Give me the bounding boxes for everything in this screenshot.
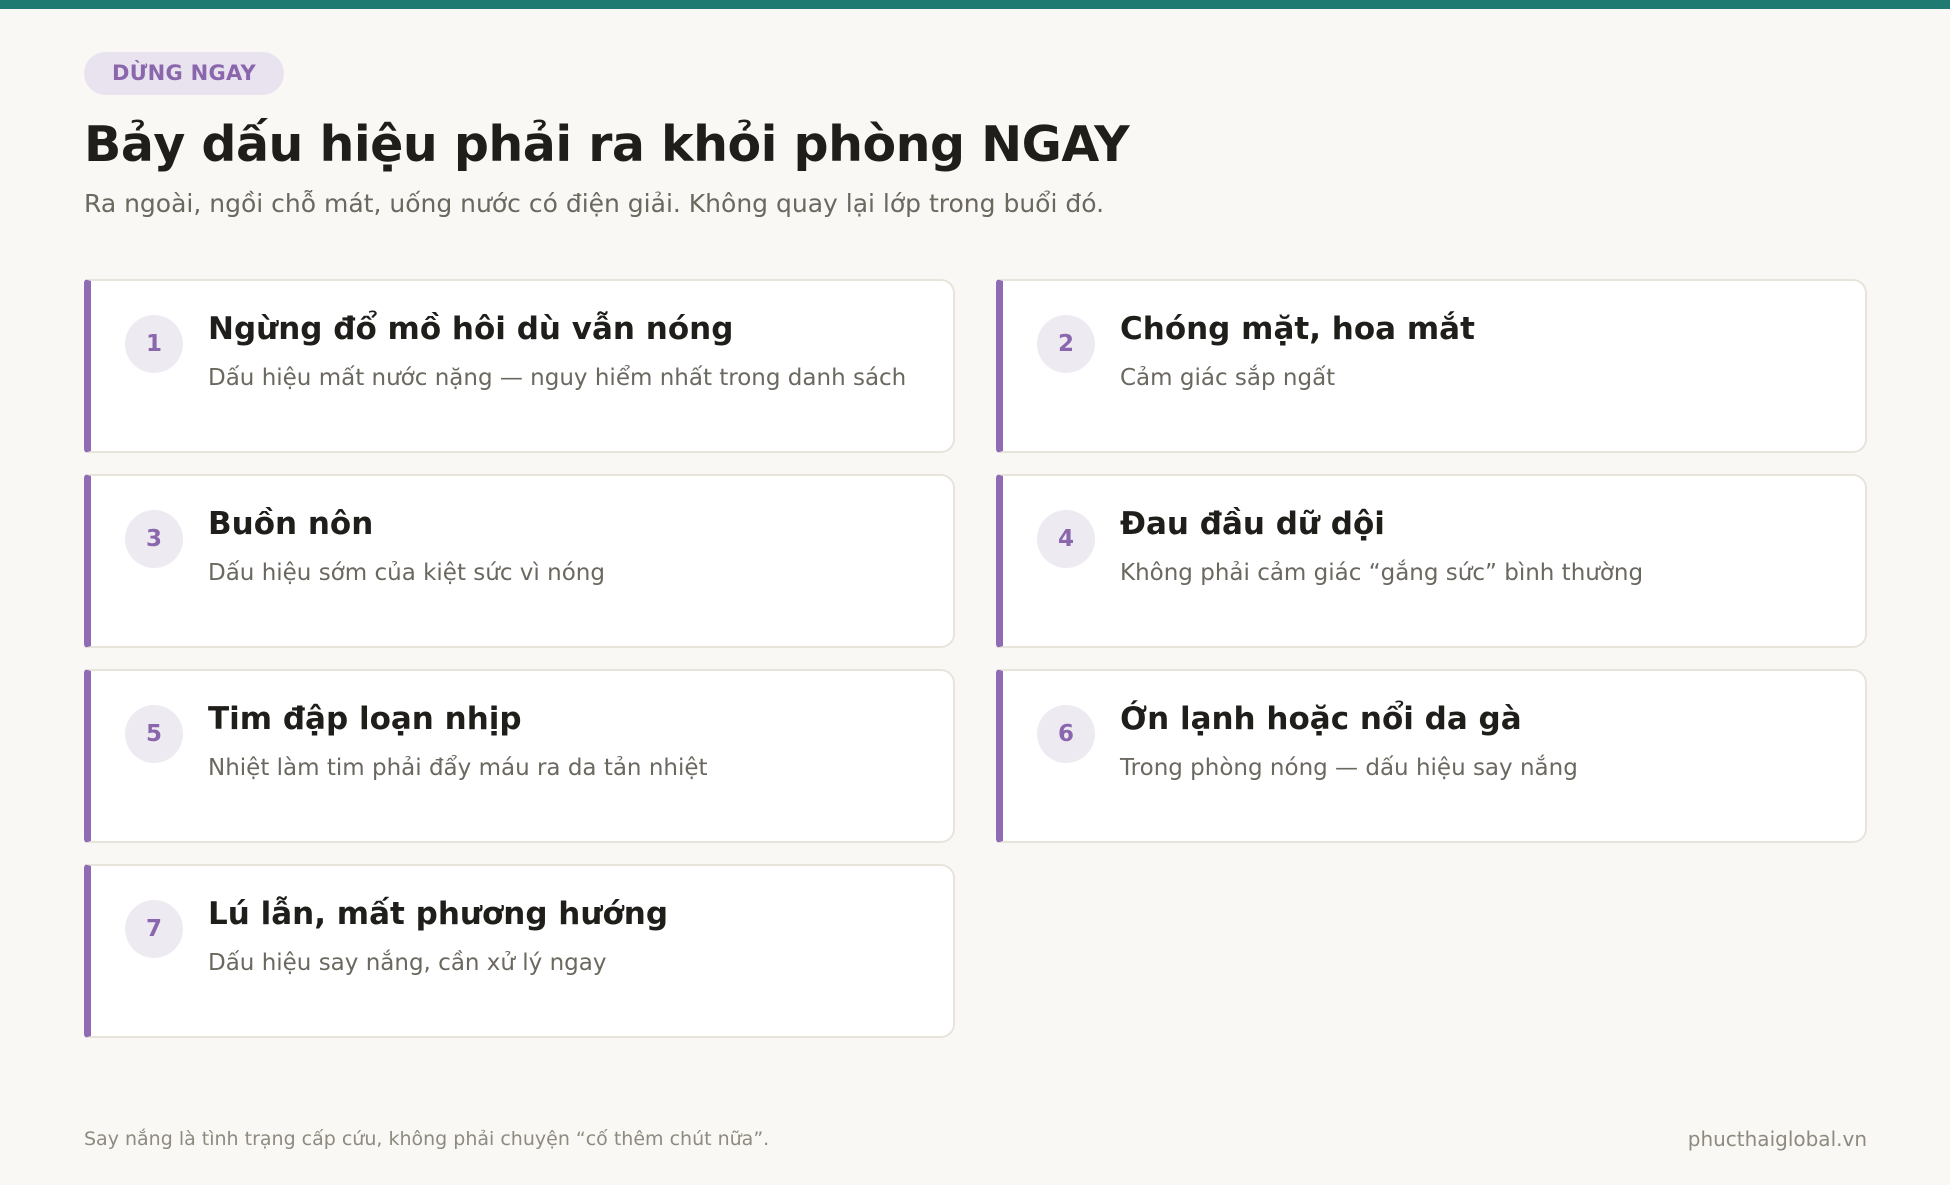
sign-title: Ớn lạnh hoặc nổi da gà xyxy=(1120,701,1522,737)
sign-title: Chóng mặt, hoa mắt xyxy=(1120,311,1475,347)
top-accent-bar xyxy=(0,0,1950,9)
warning-signs-grid: 1 Ngừng đổ mồ hôi dù vẫn nóng Dấu hiệu m… xyxy=(84,279,1867,1038)
sign-number: 7 xyxy=(125,900,183,958)
sign-card: 4 Đau đầu dữ dội Không phải cảm giác “gắ… xyxy=(996,474,1867,648)
sign-title: Ngừng đổ mồ hôi dù vẫn nóng xyxy=(208,311,734,347)
page-subtitle: Ra ngoài, ngồi chỗ mát, uống nước có điệ… xyxy=(84,189,1105,218)
sign-title: Đau đầu dữ dội xyxy=(1120,506,1385,542)
sign-number: 3 xyxy=(125,510,183,568)
sign-card: 7 Lú lẫn, mất phương hướng Dấu hiệu say … xyxy=(84,864,955,1038)
sign-number: 1 xyxy=(125,315,183,373)
footer-site-name: phucthaiglobal.vn xyxy=(1687,1127,1867,1151)
sign-description: Nhiệt làm tim phải đẩy máu ra da tản nhi… xyxy=(208,755,708,781)
stop-now-badge: DỪNG NGAY xyxy=(84,52,285,95)
sign-title: Tim đập loạn nhịp xyxy=(208,701,522,737)
sign-title: Lú lẫn, mất phương hướng xyxy=(208,896,669,932)
page-title: Bảy dấu hiệu phải ra khỏi phòng NGAY xyxy=(84,116,1130,173)
sign-card: 2 Chóng mặt, hoa mắt Cảm giác sắp ngất xyxy=(996,279,1867,453)
sign-description: Không phải cảm giác “gắng sức” bình thườ… xyxy=(1120,560,1644,586)
sign-description: Dấu hiệu say nắng, cần xử lý ngay xyxy=(208,950,607,976)
sign-description: Trong phòng nóng — dấu hiệu say nắng xyxy=(1120,755,1578,781)
sign-card: 1 Ngừng đổ mồ hôi dù vẫn nóng Dấu hiệu m… xyxy=(84,279,955,453)
footer-note: Say nắng là tình trạng cấp cứu, không ph… xyxy=(84,1128,770,1150)
sign-card: 3 Buồn nôn Dấu hiệu sớm của kiệt sức vì … xyxy=(84,474,955,648)
sign-card: 5 Tim đập loạn nhịp Nhiệt làm tim phải đ… xyxy=(84,669,955,843)
sign-description: Dấu hiệu sớm của kiệt sức vì nóng xyxy=(208,560,605,586)
sign-title: Buồn nôn xyxy=(208,506,374,542)
sign-description: Dấu hiệu mất nước nặng — nguy hiểm nhất … xyxy=(208,365,907,391)
sign-number: 2 xyxy=(1037,315,1095,373)
sign-number: 6 xyxy=(1037,705,1095,763)
sign-description: Cảm giác sắp ngất xyxy=(1120,365,1336,391)
sign-number: 5 xyxy=(125,705,183,763)
sign-number: 4 xyxy=(1037,510,1095,568)
sign-card: 6 Ớn lạnh hoặc nổi da gà Trong phòng nón… xyxy=(996,669,1867,843)
